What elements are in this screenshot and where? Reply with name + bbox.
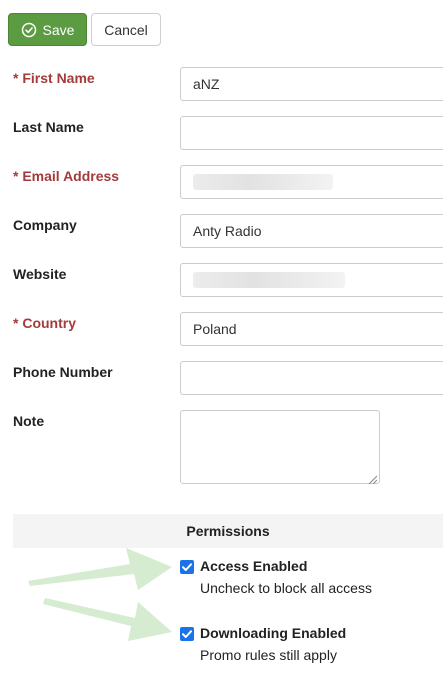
- access-enabled-description: Uncheck to block all access: [200, 580, 372, 596]
- callout-arrows: [28, 548, 172, 641]
- country-label: * Country: [13, 315, 77, 331]
- company-label: Company: [13, 217, 77, 233]
- check-circle-icon: [21, 22, 37, 38]
- email-address-label: * Email Address: [13, 168, 120, 184]
- note-label: Note: [13, 413, 45, 429]
- first-name-label: * First Name: [13, 70, 95, 86]
- company-input[interactable]: Anty Radio: [180, 214, 443, 248]
- phone-number-label: Phone Number: [13, 364, 113, 380]
- last-name-input[interactable]: [180, 116, 443, 150]
- access-enabled-label[interactable]: Access Enabled: [200, 558, 307, 574]
- save-button-label: Save: [42, 21, 75, 38]
- last-name-label: Last Name: [13, 119, 84, 135]
- arrow-right-icon: [43, 598, 172, 641]
- redacted-website-value: [193, 272, 345, 288]
- cancel-button[interactable]: Cancel: [91, 13, 161, 46]
- first-name-input[interactable]: aNZ: [180, 67, 443, 101]
- note-textarea[interactable]: [180, 410, 380, 485]
- downloading-enabled-checkbox[interactable]: [180, 627, 194, 641]
- website-input[interactable]: [180, 263, 443, 297]
- downloading-enabled-description: Promo rules still apply: [200, 647, 337, 663]
- access-enabled-checkbox[interactable]: [180, 560, 194, 574]
- save-button[interactable]: Save: [8, 13, 87, 46]
- email-address-input[interactable]: [180, 165, 443, 199]
- phone-number-input[interactable]: [180, 361, 443, 395]
- resize-grip-icon[interactable]: [367, 471, 378, 485]
- website-label: Website: [13, 266, 67, 282]
- downloading-enabled-label[interactable]: Downloading Enabled: [200, 625, 346, 641]
- toolbar: Save Cancel: [8, 13, 161, 46]
- country-input[interactable]: Poland: [180, 312, 443, 346]
- arrow-right-icon: [28, 548, 172, 590]
- redacted-email-value: [193, 174, 333, 190]
